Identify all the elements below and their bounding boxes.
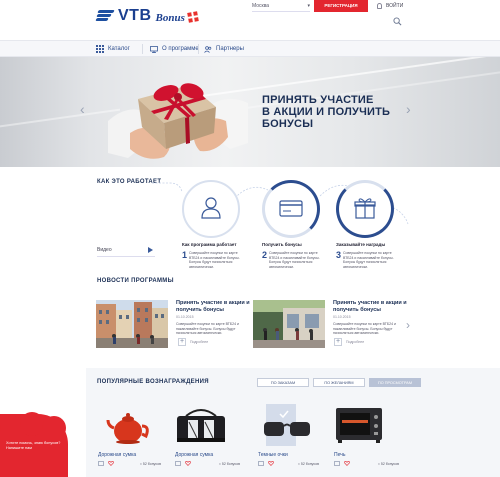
product-3-price: ≈ 52 бонусов — [298, 462, 319, 466]
heart-icon[interactable] — [185, 461, 191, 466]
tab-by-orders[interactable]: ПО ЗАКАЗАМ — [257, 378, 309, 387]
video-link[interactable]: Видео — [97, 247, 155, 257]
nav-divider — [198, 44, 199, 54]
compare-icon[interactable] — [98, 461, 104, 466]
tab-by-views[interactable]: ПО ПРОСМОТРАМ — [369, 378, 421, 387]
nav-item-catalog[interactable]: Каталог — [96, 44, 130, 54]
nav-label-catalog: Каталог — [108, 46, 130, 52]
play-icon — [148, 247, 153, 253]
tab-by-wishes[interactable]: ПО ЖЕЛАНИЯМ — [313, 378, 365, 387]
step-3-number: 3 — [336, 250, 342, 260]
news-2-more-label[interactable]: Подробнее — [346, 340, 364, 344]
product-2-name[interactable]: Дорожная сумка — [175, 452, 213, 458]
login-label: ВОЙТИ — [386, 3, 404, 9]
nav-label-about: О программе — [162, 46, 199, 52]
video-label: Видео — [97, 247, 112, 253]
vtb-logo-icon — [95, 9, 115, 23]
nav-item-about[interactable]: О программе — [150, 44, 199, 54]
news-1-more-label[interactable]: Подробнее — [190, 340, 208, 344]
step-3-title: Заказывайте награды — [336, 242, 386, 247]
top-bar: VTB Bonus Москва ▾ РЕГИСТРАЦИЯ ВОЙТИ — [0, 0, 500, 40]
register-button[interactable]: РЕГИСТРАЦИЯ — [314, 0, 368, 12]
news-1-image[interactable] — [96, 300, 168, 348]
user-icon — [201, 197, 221, 219]
hero-title-line: В АКЦИИ И ПОЛУЧИТЬ — [262, 106, 391, 118]
rewards-heading: ПОПУЛЯРНЫЕ ВОЗНАГРАЖДЕНИЯ — [97, 379, 209, 385]
main-nav: Каталог О программе Партнеры — [0, 40, 500, 57]
travel-bag-image[interactable] — [174, 404, 228, 446]
step-2-description: Совершайте покупки по карте ВТБ24 и нака… — [269, 251, 320, 269]
step-1-description: Совершайте покупки по карте ВТБ24 и нака… — [189, 251, 240, 269]
register-label: РЕГИСТРАЦИЯ — [324, 3, 358, 8]
nav-item-partners[interactable]: Партнеры — [204, 44, 244, 54]
news-2-image[interactable] — [253, 300, 325, 348]
news-2-text: Совершайте покупки по карте ВТБ24 и нака… — [333, 322, 396, 335]
chat-cloud-shape — [0, 412, 66, 436]
compare-icon[interactable] — [175, 461, 181, 466]
shop-street-photo — [253, 300, 325, 348]
chat-text: Хотите помочь, знаю бонусов? Напишите на… — [6, 441, 61, 450]
news-2-title[interactable]: Принять участие в акции и получить бонус… — [333, 300, 413, 314]
product-2-price: ≈ 52 бонусов — [219, 462, 240, 466]
user-icon — [377, 2, 382, 9]
news-1-date: 01.10.2015 — [176, 315, 194, 319]
product-3-name[interactable]: Темные очки — [258, 452, 288, 458]
step-2-number: 2 — [262, 250, 268, 260]
news-2-date: 01.10.2015 — [333, 315, 351, 319]
step-1-number: 1 — [182, 250, 188, 260]
step-3-description: Совершайте покупки по карте ВТБ24 и нака… — [343, 251, 394, 269]
vtb-bonus-logo[interactable]: VTB Bonus — [95, 7, 199, 25]
check-icon — [279, 410, 289, 419]
hero-next-arrow-icon[interactable]: › — [406, 101, 411, 117]
news-2-more-button[interactable]: + — [334, 338, 342, 346]
monitor-icon — [150, 45, 158, 53]
product-1-price: ≈ 52 бонусов — [140, 462, 161, 466]
compare-icon[interactable] — [334, 461, 340, 466]
teapot-image[interactable] — [106, 404, 152, 446]
gift-icon — [354, 198, 376, 219]
news-heading: НОВОСТИ ПРОГРАММЫ — [97, 278, 174, 284]
heart-icon[interactable] — [268, 461, 274, 466]
heart-icon[interactable] — [344, 461, 350, 466]
hero-title-line: БОНУСЫ — [262, 118, 314, 130]
news-1-text: Совершайте покупки по карте ВТБ24 и нака… — [176, 322, 239, 335]
hero-banner: ПРИНЯТЬ УЧАСТИЕ В АКЦИИ И ПОЛУЧИТЬ БОНУС… — [0, 57, 500, 167]
news-1-title[interactable]: Принять участие в акции и получить бонус… — [176, 300, 256, 314]
sunglasses-image[interactable] — [262, 418, 312, 440]
street-photo — [96, 300, 168, 348]
chevron-down-icon: ▾ — [307, 3, 310, 9]
city-value: Москва — [252, 3, 270, 9]
login-link[interactable]: ВОЙТИ — [377, 2, 403, 11]
oven-image[interactable] — [334, 404, 384, 446]
people-icon — [204, 45, 212, 53]
logo-bonus-text: Bonus — [155, 11, 185, 24]
city-select[interactable]: Москва ▾ — [252, 2, 310, 12]
gift-in-hands-image — [108, 83, 248, 159]
nav-divider — [142, 44, 143, 54]
product-1-name[interactable]: Дорожная сумка — [98, 452, 136, 458]
gift-logo-icon — [187, 11, 199, 23]
news-1-more-button[interactable]: + — [178, 338, 186, 346]
news-next-arrow-icon[interactable]: › — [406, 318, 410, 332]
product-4-name[interactable]: Печь — [334, 452, 345, 458]
nav-label-partners: Партнеры — [216, 46, 244, 52]
step-2-title: Получить бонусы — [262, 242, 302, 247]
hero-prev-arrow-icon[interactable]: ‹ — [80, 101, 85, 117]
card-icon — [279, 200, 303, 217]
heart-icon[interactable] — [108, 461, 114, 466]
step-1-title: Как программа работает — [182, 242, 237, 247]
logo-text: VTB — [118, 7, 152, 24]
hero-title-line: ПРИНЯТЬ УЧАСТИЕ — [262, 94, 374, 106]
hero-title: ПРИНЯТЬ УЧАСТИЕ В АКЦИИ И ПОЛУЧИТЬ БОНУС… — [262, 94, 422, 130]
product-4-price: ≈ 52 бонусов — [378, 462, 399, 466]
grid-icon — [96, 45, 104, 53]
compare-icon[interactable] — [258, 461, 264, 466]
search-icon[interactable] — [393, 17, 402, 26]
hero-light-streak — [0, 108, 120, 128]
